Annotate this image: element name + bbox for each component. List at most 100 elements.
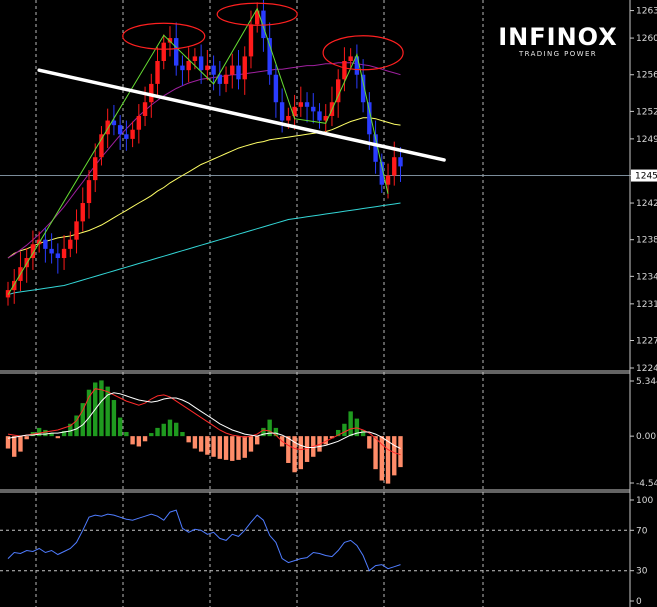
macd-bar: [24, 436, 29, 440]
macd-tick-label: 0.00: [636, 432, 656, 442]
price-tick-label: 1224: [636, 364, 657, 374]
macd-bar: [342, 423, 347, 437]
price-tick-label: 1263: [636, 7, 657, 17]
rsi-tick-label: 70: [636, 526, 648, 536]
candle-body: [223, 74, 229, 84]
candle-body: [142, 102, 148, 116]
macd-bar: [99, 380, 104, 437]
macd-bar: [248, 436, 254, 452]
macd-bar: [205, 436, 210, 455]
price-tick-label: 1260: [636, 34, 657, 44]
candle-body: [49, 248, 54, 254]
candle-body: [192, 56, 198, 61]
rsi-tick-label: 30: [636, 567, 648, 577]
macd-bar: [242, 436, 247, 458]
macd-bar: [130, 436, 135, 445]
price-tick-label: 1242: [636, 199, 657, 209]
candle-body: [61, 248, 67, 259]
macd-bar: [348, 411, 353, 437]
candle-body: [385, 175, 391, 185]
macd-bar: [392, 436, 397, 476]
macd-bar: [236, 436, 241, 460]
candle-body: [130, 129, 135, 139]
macd-bar: [223, 436, 229, 460]
price-tick-label: 1231: [636, 300, 657, 310]
candle-body: [205, 65, 210, 71]
macd-bar: [142, 436, 148, 442]
candle-body: [55, 253, 61, 259]
macd-bar: [167, 419, 173, 437]
macd-bar: [398, 436, 403, 468]
price-tick-label: 1249: [636, 135, 657, 145]
price-tick-label: 1238: [636, 236, 657, 246]
candle-body: [342, 60, 347, 80]
macd-bar: [186, 436, 191, 443]
macd-bar: [217, 436, 223, 459]
macd-bar: [36, 427, 42, 437]
candle-body: [273, 74, 279, 103]
candle-body: [74, 221, 79, 240]
macd-bar: [43, 429, 48, 437]
macd-bar: [385, 436, 391, 484]
macd-bar: [161, 423, 166, 437]
macd-bar: [211, 436, 216, 457]
candle-body: [248, 24, 254, 57]
macd-bar: [298, 436, 304, 470]
macd-bar: [136, 436, 142, 447]
candle-body: [198, 56, 204, 71]
candle-body: [317, 111, 322, 121]
macd-tick-label: -4.54: [636, 479, 657, 489]
macd-bar: [155, 427, 160, 437]
macd-bar: [230, 436, 235, 461]
candle-body: [311, 106, 316, 112]
candle-body: [236, 65, 241, 80]
macd-bar: [373, 436, 378, 470]
price-tick-label: 1227: [636, 337, 657, 347]
candle-body: [43, 239, 48, 249]
candle-body: [398, 157, 403, 167]
macd-bar: [192, 436, 198, 449]
macd-bar: [180, 432, 185, 437]
candle-body: [155, 60, 160, 84]
macd-bar: [174, 422, 179, 437]
macd-bar: [286, 436, 291, 463]
candle-body: [304, 102, 310, 107]
candle-body: [230, 65, 235, 75]
candle-body: [286, 115, 291, 121]
candle-body: [261, 10, 266, 39]
candle-body: [99, 134, 104, 158]
candle-body: [186, 60, 191, 71]
candle-body: [279, 102, 285, 121]
candle-body: [117, 125, 123, 135]
macd-bar: [111, 400, 117, 437]
price-tick-label: 1234: [636, 272, 657, 282]
candle-body: [211, 65, 216, 75]
macd-tick-label: 5.344: [636, 377, 657, 387]
brand-name: INFINOX: [498, 23, 617, 51]
trading-chart: INFINOX TRADING POWER 1263 1260 1256 1252 12…: [0, 0, 657, 607]
macd-bar: [149, 433, 154, 437]
rsi-tick-label: 100: [636, 496, 653, 506]
macd-bar: [367, 436, 372, 449]
macd-bar: [255, 436, 260, 445]
candle-body: [124, 134, 129, 139]
candle-body: [80, 203, 85, 222]
candle-body: [348, 56, 353, 61]
candle-body: [242, 56, 247, 80]
price-tick-label: 1252: [636, 107, 657, 117]
price-tick-label: 1256: [636, 71, 657, 81]
candle-body: [136, 115, 142, 130]
candle-body: [68, 239, 73, 249]
brand-tagline: TRADING POWER: [518, 50, 597, 58]
candle-body: [161, 42, 166, 61]
macd-bar: [198, 436, 204, 452]
macd-bar: [18, 436, 23, 452]
macd-bar: [12, 436, 17, 457]
candle-body: [392, 157, 397, 176]
macd-bar: [55, 436, 61, 439]
macd-bar: [117, 417, 123, 437]
candle-body: [174, 38, 179, 66]
candle-body: [180, 65, 185, 71]
current-price-label: 1245: [635, 172, 657, 182]
candle-body: [298, 102, 304, 107]
